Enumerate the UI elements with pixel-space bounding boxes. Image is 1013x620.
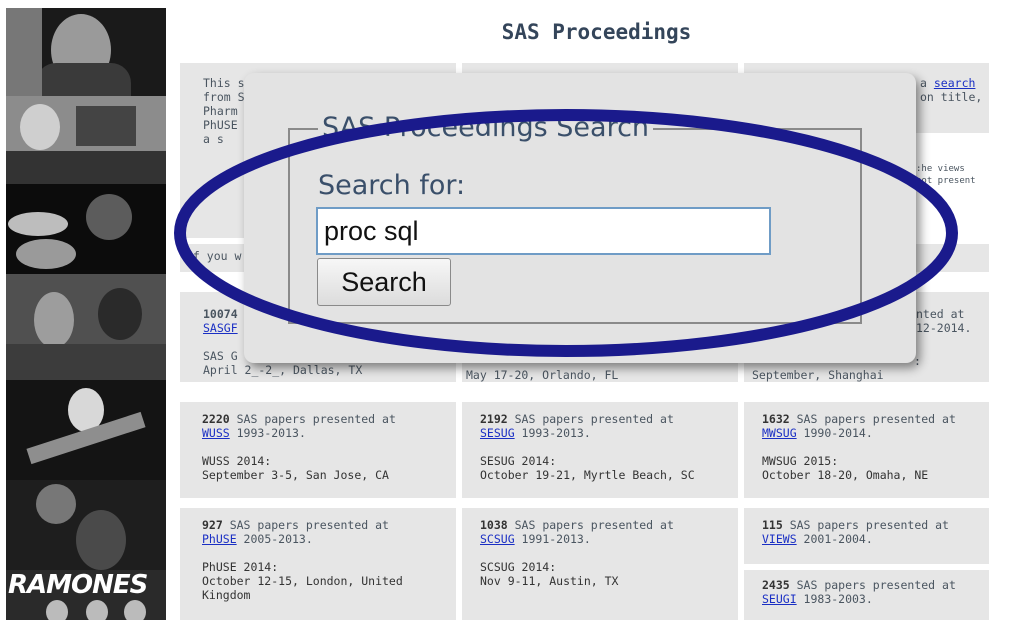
page-title: SAS Proceedings: [501, 20, 692, 44]
scsug-link[interactable]: SCSUG: [480, 532, 515, 546]
search-link[interactable]: search: [934, 76, 976, 90]
photo-bassist: [6, 480, 166, 570]
sasgf-link[interactable]: SASGF: [203, 321, 238, 335]
search-label: Search for:: [318, 170, 466, 201]
photo-studio: [6, 96, 166, 184]
seugi-link[interactable]: SEUGI: [762, 592, 797, 606]
card-sesug: 2192 SAS papers presented at SESUG 1993-…: [462, 402, 738, 498]
photo-singer: [6, 8, 166, 96]
ifyou-text: If you w: [186, 249, 242, 263]
mwsug-link[interactable]: MWSUG: [762, 426, 797, 440]
photo-duo: [6, 274, 166, 380]
sesug-link[interactable]: SESUG: [480, 426, 515, 440]
photo-ramones: RAMONES: [6, 570, 166, 620]
card-mwsug: 1632 SAS papers presented at MWSUG 1990-…: [744, 402, 989, 498]
right-top-date: September, Shanghai: [752, 368, 884, 382]
photo-strip: RAMONES: [0, 0, 166, 620]
wuss-link[interactable]: WUSS: [202, 426, 230, 440]
card-phuse: 927 SAS papers presented at PhUSE 2005-2…: [180, 508, 456, 620]
phuse-link[interactable]: PhUSE: [202, 532, 237, 546]
middle-date: May 17-20, Orlando, FL: [466, 368, 619, 382]
intro-text: This s from S Pharm PhUSE a s: [203, 76, 245, 146]
views-link[interactable]: VIEWS: [762, 532, 797, 546]
search-button[interactable]: Search: [317, 258, 451, 306]
search-intro-text: a search on title,: [920, 76, 983, 104]
views-note: :he views not present: [916, 164, 976, 186]
search-legend: SAS Proceedings Search: [318, 112, 654, 143]
right-top-info: nted at 12-2014.: [916, 307, 972, 335]
search-input[interactable]: [316, 207, 771, 255]
card-views: 115 SAS papers presented at VIEWS 2001-2…: [744, 508, 989, 564]
ramones-banner: RAMONES: [8, 570, 148, 600]
card-scsug: 1038 SAS papers presented at SCSUG 1991-…: [462, 508, 738, 620]
photo-guitarist: [6, 380, 166, 480]
photo-drummer: [6, 184, 166, 274]
card-wuss: 2220 SAS papers presented at WUSS 1993-2…: [180, 402, 456, 498]
card-seugi: 2435 SAS papers presented at SEUGI 1983-…: [744, 570, 989, 620]
